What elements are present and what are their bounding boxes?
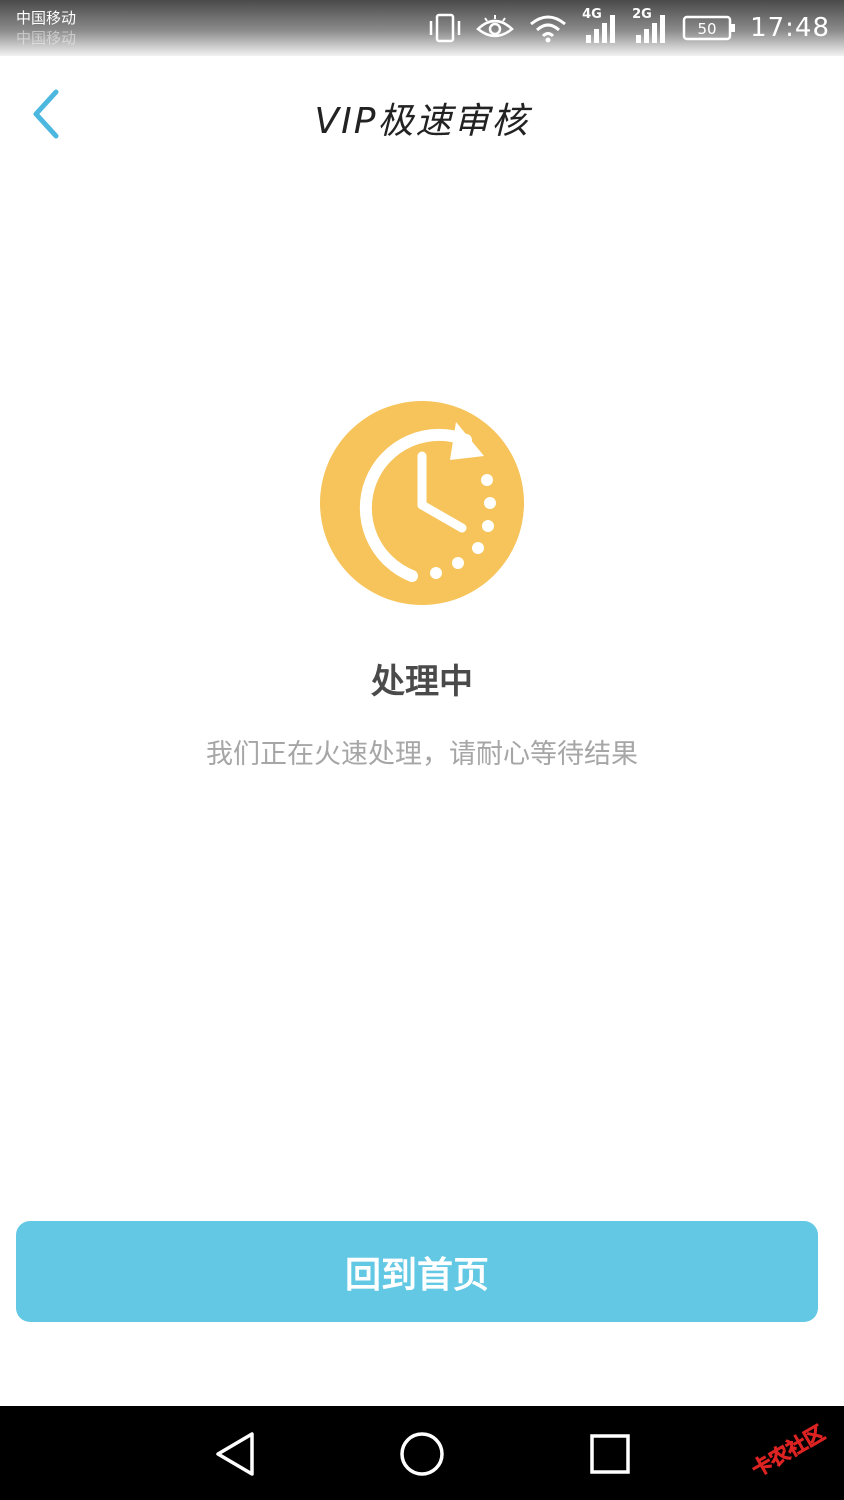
signal-2g: 2G xyxy=(632,7,668,43)
nav-back-icon xyxy=(216,1432,254,1476)
watermark-text: 卡农社区 xyxy=(747,1421,828,1482)
battery-level: 50 xyxy=(698,20,717,38)
status-bar: 中国移动 中国移动 4G 2G 50 17:48 xyxy=(0,0,844,56)
carrier-info: 中国移动 中国移动 xyxy=(16,6,76,50)
wifi-icon xyxy=(530,15,567,43)
home-button[interactable]: 回到首页 xyxy=(16,1221,818,1322)
nav-recent-button[interactable] xyxy=(584,1428,636,1480)
status-icons: 4G 2G 50 17:48 xyxy=(428,7,830,46)
nav-home-button[interactable] xyxy=(396,1428,448,1480)
watermark-logo: 卡农社区 xyxy=(738,1416,838,1486)
navigation-bar: 卡农社区 xyxy=(0,1406,844,1500)
clock: 17:48 xyxy=(750,13,830,43)
page-title: VIP极速审核 xyxy=(314,101,530,142)
nav-recent-icon xyxy=(590,1434,630,1474)
status-description: 我们正在火速处理，请耐心等待结果 xyxy=(206,739,638,770)
nav-home-icon xyxy=(400,1432,444,1476)
network-2-label: 2G xyxy=(632,7,652,22)
header: VIP极速审核 xyxy=(0,56,844,176)
signal-4g: 4G xyxy=(582,7,618,43)
nav-back-button[interactable] xyxy=(210,1428,262,1480)
vibrate-icon xyxy=(429,13,461,43)
carrier-2: 中国移动 xyxy=(16,29,77,47)
network-1-label: 4G xyxy=(582,7,602,22)
eye-icon xyxy=(476,15,514,38)
status-title: 处理中 xyxy=(371,662,473,702)
clock-refresh-icon xyxy=(320,400,524,606)
battery-icon: 50 xyxy=(682,15,736,41)
